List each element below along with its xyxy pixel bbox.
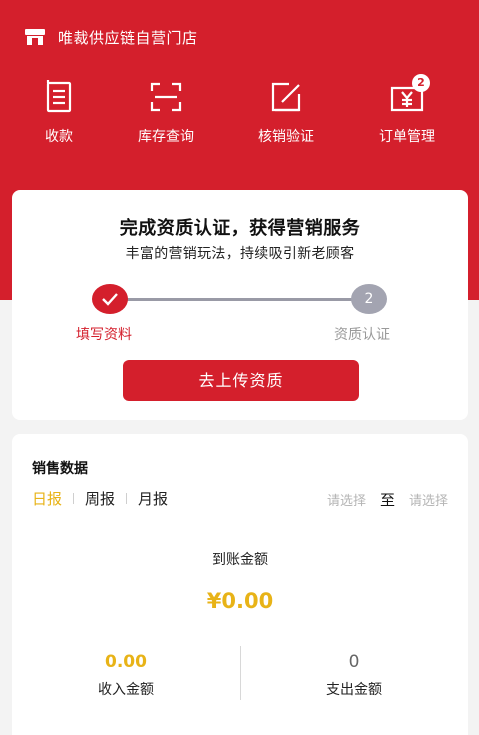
income-value: 0.00 [105,652,147,672]
edit-verify-icon [267,80,305,114]
qualification-steps: 2 填写资料 资质认证 [12,284,468,344]
step-2-label: 资质认证 [334,327,390,343]
nav-order-management[interactable]: 2 订单管理 [357,74,457,150]
qualification-title: 完成资质认证，获得营销服务 [119,218,361,239]
tab-weekly[interactable]: 周报 [85,488,115,509]
upload-qualification-button[interactable]: 去上传资质 [123,360,359,401]
order-yen-icon: 2 [388,74,430,114]
scan-icon [147,80,185,114]
step-2-number: 2 [351,284,387,314]
nav-label: 收款 [45,129,73,145]
sales-data-card: 销售数据 日报 周报 月报 请选择 至 请选择 到账金额 ¥0.00 0.00 … [12,434,468,735]
date-range: 请选择 至 请选择 [327,489,448,510]
nav-collect-payment[interactable]: 收款 [9,80,109,150]
period-tabs: 日报 周报 月报 [32,488,168,509]
qualification-subtitle: 丰富的营销玩法，持续吸引新老顾客 [125,246,355,262]
tab-monthly[interactable]: 月报 [138,488,168,509]
step-1-label: 填写资料 [76,327,132,343]
start-date-picker[interactable]: 请选择 [327,490,366,509]
arrival-amount-value: ¥0.00 [206,589,274,613]
tab-daily[interactable]: 日报 [32,488,62,509]
expense-label: 支出金额 [326,682,382,698]
store-header[interactable]: 唯裁供应链自营门店 [24,26,198,48]
store-name: 唯裁供应链自营门店 [58,28,198,47]
expense-value: 0 [348,652,360,672]
nav-inventory-query[interactable]: 库存查询 [116,80,216,150]
step-progress-line [112,298,368,301]
receipt-icon [40,80,78,114]
income-stat: 0.00 收入金额 [12,652,240,699]
sales-title: 销售数据 [32,461,88,477]
nav-label: 订单管理 [379,129,435,145]
step-1-done [92,284,128,314]
nav-label: 核销验证 [258,129,314,145]
arrival-amount-label: 到账金额 [212,552,268,568]
income-label: 收入金额 [98,682,154,698]
qualification-card: 完成资质认证，获得营销服务 丰富的营销玩法，持续吸引新老顾客 2 填写资料 资质… [12,190,468,420]
nav-verification[interactable]: 核销验证 [236,80,336,150]
quick-nav: 收款 库存查询 核销验证 2 订单管理 [0,74,479,150]
date-range-separator: 至 [379,491,395,509]
checkmark-icon [102,293,118,306]
tab-divider [126,493,128,504]
order-count-badge: 2 [412,74,430,92]
tab-divider [73,493,75,504]
store-icon [25,29,45,45]
nav-label: 库存查询 [138,129,194,145]
expense-stat: 0 支出金额 [240,652,468,699]
end-date-picker[interactable]: 请选择 [409,490,448,509]
